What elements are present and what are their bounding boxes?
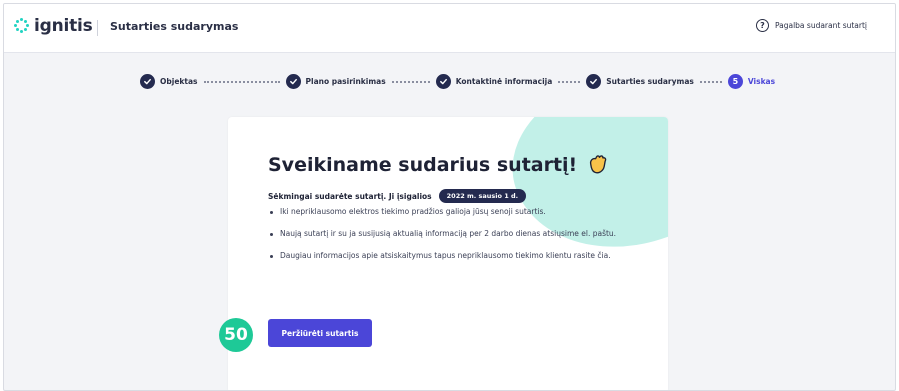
- step-connector: [699, 80, 722, 83]
- step-plano-pasirinkimas[interactable]: Plano pasirinkimas: [285, 74, 386, 89]
- step-connector: [558, 80, 581, 83]
- subline-text: Sėkmingai sudarėte sutartį. Ji įsigalios: [268, 191, 432, 201]
- subline: Sėkmingai sudarėte sutartį. Ji įsigalios…: [268, 189, 628, 203]
- step-sutarties-sudarymas[interactable]: Sutarties sudarymas: [586, 74, 694, 89]
- ignitis-logo[interactable]: ignitis: [14, 16, 93, 36]
- annotation-number-badge: 50: [219, 318, 253, 352]
- list-item: Iki nepriklausomo elektros tiekimo pradž…: [268, 206, 628, 218]
- card-heading: Sveikiname sudarius sutartį!: [268, 153, 628, 176]
- top-header: ignitis Sutarties sudarymas ? Pagalba su…: [4, 4, 895, 53]
- page-title: Sutarties sudarymas: [110, 20, 239, 33]
- help-link[interactable]: ? Pagalba sudarant sutartį: [755, 19, 867, 32]
- step-number: 5: [727, 74, 743, 89]
- step-viskas[interactable]: 5 Viskas: [727, 74, 776, 89]
- check-icon: [586, 74, 602, 89]
- progress-stepper: Objektas Plano pasirinkimas Kontaktinė i…: [140, 74, 775, 89]
- date-badge: 2022 m. sausio 1 d.: [438, 189, 527, 203]
- view-contracts-button[interactable]: Peržiūrėti sutartis: [268, 319, 372, 347]
- app-window: ignitis Sutarties sudarymas ? Pagalba su…: [3, 3, 896, 391]
- logo-mark-icon: [14, 18, 30, 34]
- step-connector: [203, 80, 280, 83]
- list-item: Naują sutartį ir su ja susijusią aktuali…: [268, 228, 628, 240]
- step-objektas[interactable]: Objektas: [140, 74, 198, 89]
- step-label: Plano pasirinkimas: [305, 77, 386, 86]
- step-label: Kontaktinė informacija: [455, 77, 553, 86]
- step-connector: [391, 80, 430, 83]
- header-divider: [97, 20, 98, 36]
- step-label: Sutarties sudarymas: [606, 77, 694, 86]
- step-kontaktine-informacija[interactable]: Kontaktinė informacija: [435, 74, 553, 89]
- card-title: Sveikiname sudarius sutartį!: [268, 153, 578, 176]
- check-icon: [435, 74, 451, 89]
- success-card: Sveikiname sudarius sutartį! Sėkmingai s…: [228, 117, 668, 390]
- card-content: Sveikiname sudarius sutartį! Sėkmingai s…: [268, 153, 628, 272]
- check-icon: [285, 74, 301, 89]
- help-label: Pagalba sudarant sutartį: [774, 21, 867, 30]
- info-list: Iki nepriklausomo elektros tiekimo pradž…: [268, 206, 628, 262]
- step-label: Objektas: [160, 77, 198, 86]
- waving-hand-icon: [590, 155, 607, 174]
- check-icon: [140, 74, 155, 89]
- step-label: Viskas: [747, 77, 776, 86]
- logo-text: ignitis: [34, 16, 93, 36]
- list-item: Daugiau informacijos apie atsiskaitymus …: [268, 250, 628, 262]
- question-circle-icon: ?: [755, 19, 769, 32]
